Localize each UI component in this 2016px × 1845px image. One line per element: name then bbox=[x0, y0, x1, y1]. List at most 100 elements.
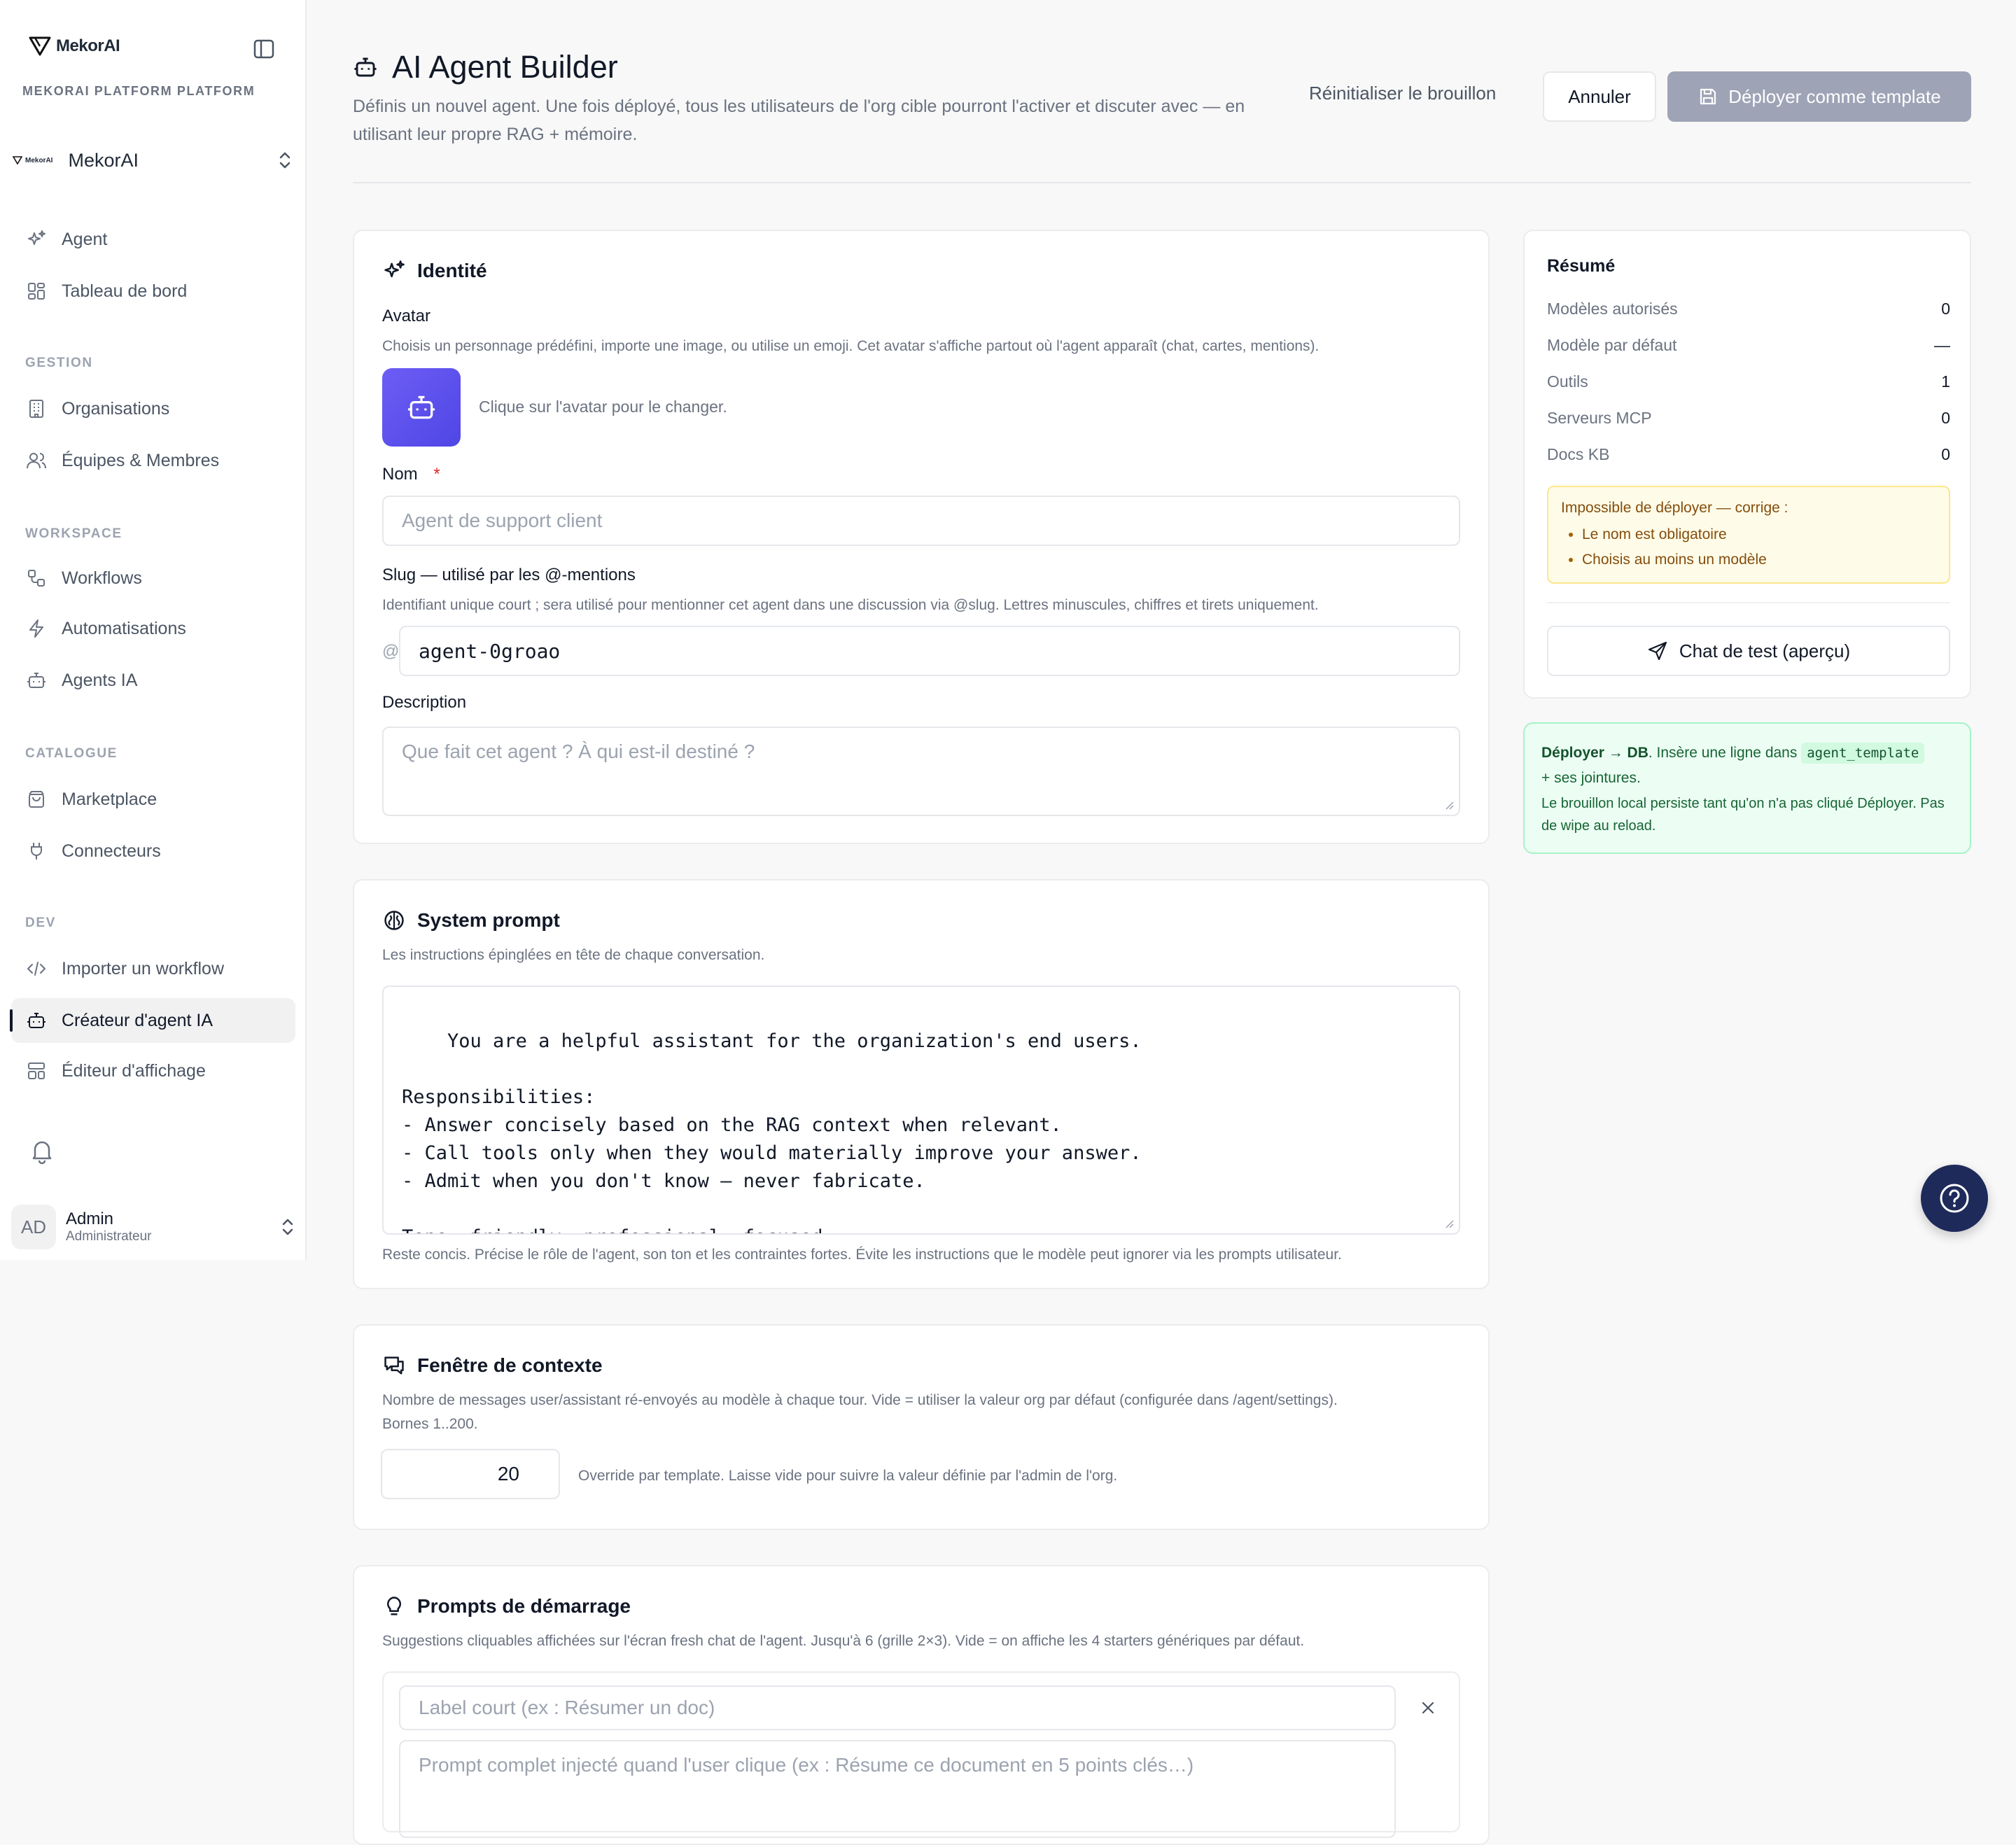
info-code: agent_template bbox=[1801, 743, 1925, 764]
shopping-bag-icon bbox=[25, 788, 48, 811]
system-prompt-card: System prompt Les instructions épinglées… bbox=[353, 879, 1490, 1289]
summary-row: Modèle par défaut — bbox=[1547, 336, 1950, 355]
card-title-label: Identité bbox=[417, 260, 487, 281]
warning-item: Le nom est obligatoire bbox=[1582, 522, 1936, 547]
close-icon[interactable] bbox=[1420, 1699, 1436, 1716]
reset-draft-button[interactable]: Réinitialiser le brouillon bbox=[1309, 83, 1496, 104]
deploy-template-button[interactable]: Déployer comme template bbox=[1667, 71, 1971, 122]
summary-row-label: Outils bbox=[1547, 372, 1588, 391]
save-icon bbox=[1700, 88, 1716, 105]
slug-label: Slug — utilisé par les @-mentions bbox=[382, 566, 636, 584]
summary-row: Docs KB 0 bbox=[1547, 445, 1950, 464]
header-divider bbox=[353, 182, 1971, 183]
starters-title: Prompts de démarrage bbox=[382, 1594, 631, 1618]
sidebar-item-teams[interactable]: Équipes & Membres bbox=[11, 438, 295, 483]
brain-icon bbox=[384, 911, 404, 930]
sidebar-item-organisations[interactable]: Organisations bbox=[11, 386, 295, 431]
user-name: Admin bbox=[66, 1209, 114, 1228]
avatar: AD bbox=[11, 1205, 56, 1249]
sidebar-item-label: Organisations bbox=[62, 398, 170, 419]
starter-prompt-textarea[interactable]: Prompt complet injecté quand l'user cliq… bbox=[399, 1740, 1396, 1838]
agent-avatar[interactable] bbox=[382, 368, 461, 447]
system-prompt-textarea[interactable]: You are a helpful assistant for the orga… bbox=[382, 985, 1460, 1235]
sidebar-item-workflows[interactable]: Workflows bbox=[11, 556, 295, 601]
sidebar-item-automations[interactable]: Automatisations bbox=[11, 606, 295, 651]
logo[interactable]: MekorAI bbox=[28, 35, 120, 57]
summary-row-value: 1 bbox=[1941, 372, 1950, 391]
cancel-button[interactable]: Annuler bbox=[1543, 71, 1656, 122]
resize-handle-icon[interactable] bbox=[1445, 801, 1455, 811]
page-subtitle: Définis un nouvel agent. Une fois déploy… bbox=[353, 97, 1245, 144]
name-label: Nom * bbox=[382, 465, 440, 484]
summary-row: Serveurs MCP 0 bbox=[1547, 409, 1950, 428]
summary-card: Résumé Modèles autorisés 0 Modèle par déf… bbox=[1523, 230, 1971, 699]
starter-item: Label court (ex : Résumer un doc) Prompt… bbox=[382, 1671, 1460, 1838]
lightbulb-icon bbox=[387, 1597, 401, 1615]
sidebar-item-marketplace[interactable]: Marketplace bbox=[11, 777, 295, 822]
bell-icon[interactable] bbox=[28, 1137, 56, 1168]
divider bbox=[1547, 602, 1950, 603]
sidebar-item-connectors[interactable]: Connecteurs bbox=[11, 829, 295, 874]
summary-row-label: Serveurs MCP bbox=[1547, 409, 1652, 427]
description-textarea[interactable]: Que fait cet agent ? À qui est-il destin… bbox=[382, 727, 1460, 816]
bot-icon bbox=[407, 395, 435, 419]
sidebar-item-label: Connecteurs bbox=[62, 841, 161, 861]
help-button[interactable] bbox=[1921, 1165, 1988, 1232]
context-window-title: Fenêtre de contexte bbox=[382, 1354, 603, 1377]
page-title: AI Agent Builder bbox=[392, 49, 618, 85]
info-note: Le brouillon local persiste tant qu'on n… bbox=[1541, 796, 1945, 834]
org-mini-label: MekorAI bbox=[25, 156, 53, 164]
org-switcher[interactable]: MekorAI MekorAI bbox=[13, 144, 293, 176]
sidebar-toggle-icon[interactable] bbox=[253, 39, 274, 59]
slug-help: Identifiant unique court ; sera utilisé … bbox=[382, 597, 1319, 613]
test-chat-label: Chat de test (aperçu) bbox=[1679, 640, 1851, 661]
sidebar-item-import-workflow[interactable]: Importer un workflow bbox=[11, 946, 295, 991]
name-input[interactable]: Agent de support client bbox=[382, 496, 1460, 546]
messages-icon bbox=[384, 1356, 404, 1375]
slug-input[interactable]: agent-0groao bbox=[399, 626, 1460, 676]
active-indicator bbox=[10, 1009, 13, 1032]
summary-row-value: 0 bbox=[1941, 409, 1950, 427]
name-label-text: Nom bbox=[382, 465, 418, 484]
summary-row-label: Docs KB bbox=[1547, 445, 1610, 463]
bot-icon bbox=[354, 57, 377, 77]
summary-row: Modèles autorisés 0 bbox=[1547, 300, 1950, 318]
page-header: AI Agent Builder bbox=[353, 49, 618, 85]
bot-icon bbox=[25, 669, 48, 692]
lightning-icon bbox=[25, 617, 48, 640]
sidebar-item-display-editor[interactable]: Éditeur d'affichage bbox=[11, 1048, 295, 1093]
sidebar-item-label: Équipes & Membres bbox=[62, 450, 220, 470]
avatar-help: Choisis un personnage prédéfini, importe… bbox=[382, 338, 1320, 354]
system-prompt-title: System prompt bbox=[382, 909, 560, 932]
section-dev: DEV bbox=[25, 916, 56, 930]
test-chat-button[interactable]: Chat de test (aperçu) bbox=[1547, 626, 1950, 676]
info-text: . Insère une ligne dans bbox=[1648, 745, 1798, 761]
summary-row-label: Modèles autorisés bbox=[1547, 300, 1678, 318]
sidebar-item-label: Automatisations bbox=[62, 618, 186, 638]
slug-prefix: @ bbox=[382, 642, 400, 661]
org-logo-icon bbox=[13, 156, 22, 164]
sidebar-item-dashboard[interactable]: Tableau de bord bbox=[11, 269, 295, 314]
chevron-updown-icon bbox=[282, 1219, 293, 1235]
sidebar-item-agent[interactable]: Agent bbox=[11, 217, 295, 262]
sparkles-icon bbox=[25, 228, 48, 251]
resize-handle-icon[interactable] bbox=[1445, 1219, 1455, 1229]
context-window-help: Nombre de messages user/assistant ré-env… bbox=[382, 1389, 1338, 1436]
info-line: Déployer → DB. Insère une ligne dans age… bbox=[1541, 741, 1953, 766]
plug-icon bbox=[25, 840, 48, 862]
description-label: Description bbox=[382, 693, 467, 712]
summary-row-value: 0 bbox=[1941, 445, 1950, 463]
user-menu[interactable]: AD Admin Administrateur bbox=[11, 1202, 295, 1251]
summary-title: Résumé bbox=[1547, 256, 1616, 276]
sidebar-item-agents-ia[interactable]: Agents IA bbox=[11, 658, 295, 703]
sidebar-item-agent-builder[interactable]: Créateur d'agent IA bbox=[11, 998, 295, 1043]
context-window-input[interactable]: 20 bbox=[381, 1449, 560, 1499]
code-icon bbox=[25, 957, 48, 980]
deploy-button-label: Déployer comme template bbox=[1728, 85, 1941, 107]
starters-card: Prompts de démarrage Suggestions cliquab… bbox=[353, 1565, 1490, 1845]
starter-label-input[interactable]: Label court (ex : Résumer un doc) bbox=[399, 1685, 1396, 1730]
user-role: Administrateur bbox=[66, 1229, 152, 1244]
identity-card: Identité Avatar Choisis un personnage pr… bbox=[353, 230, 1490, 844]
identity-title: Identité bbox=[382, 259, 487, 283]
context-help-line2: Bornes 1..200. bbox=[382, 1416, 478, 1432]
